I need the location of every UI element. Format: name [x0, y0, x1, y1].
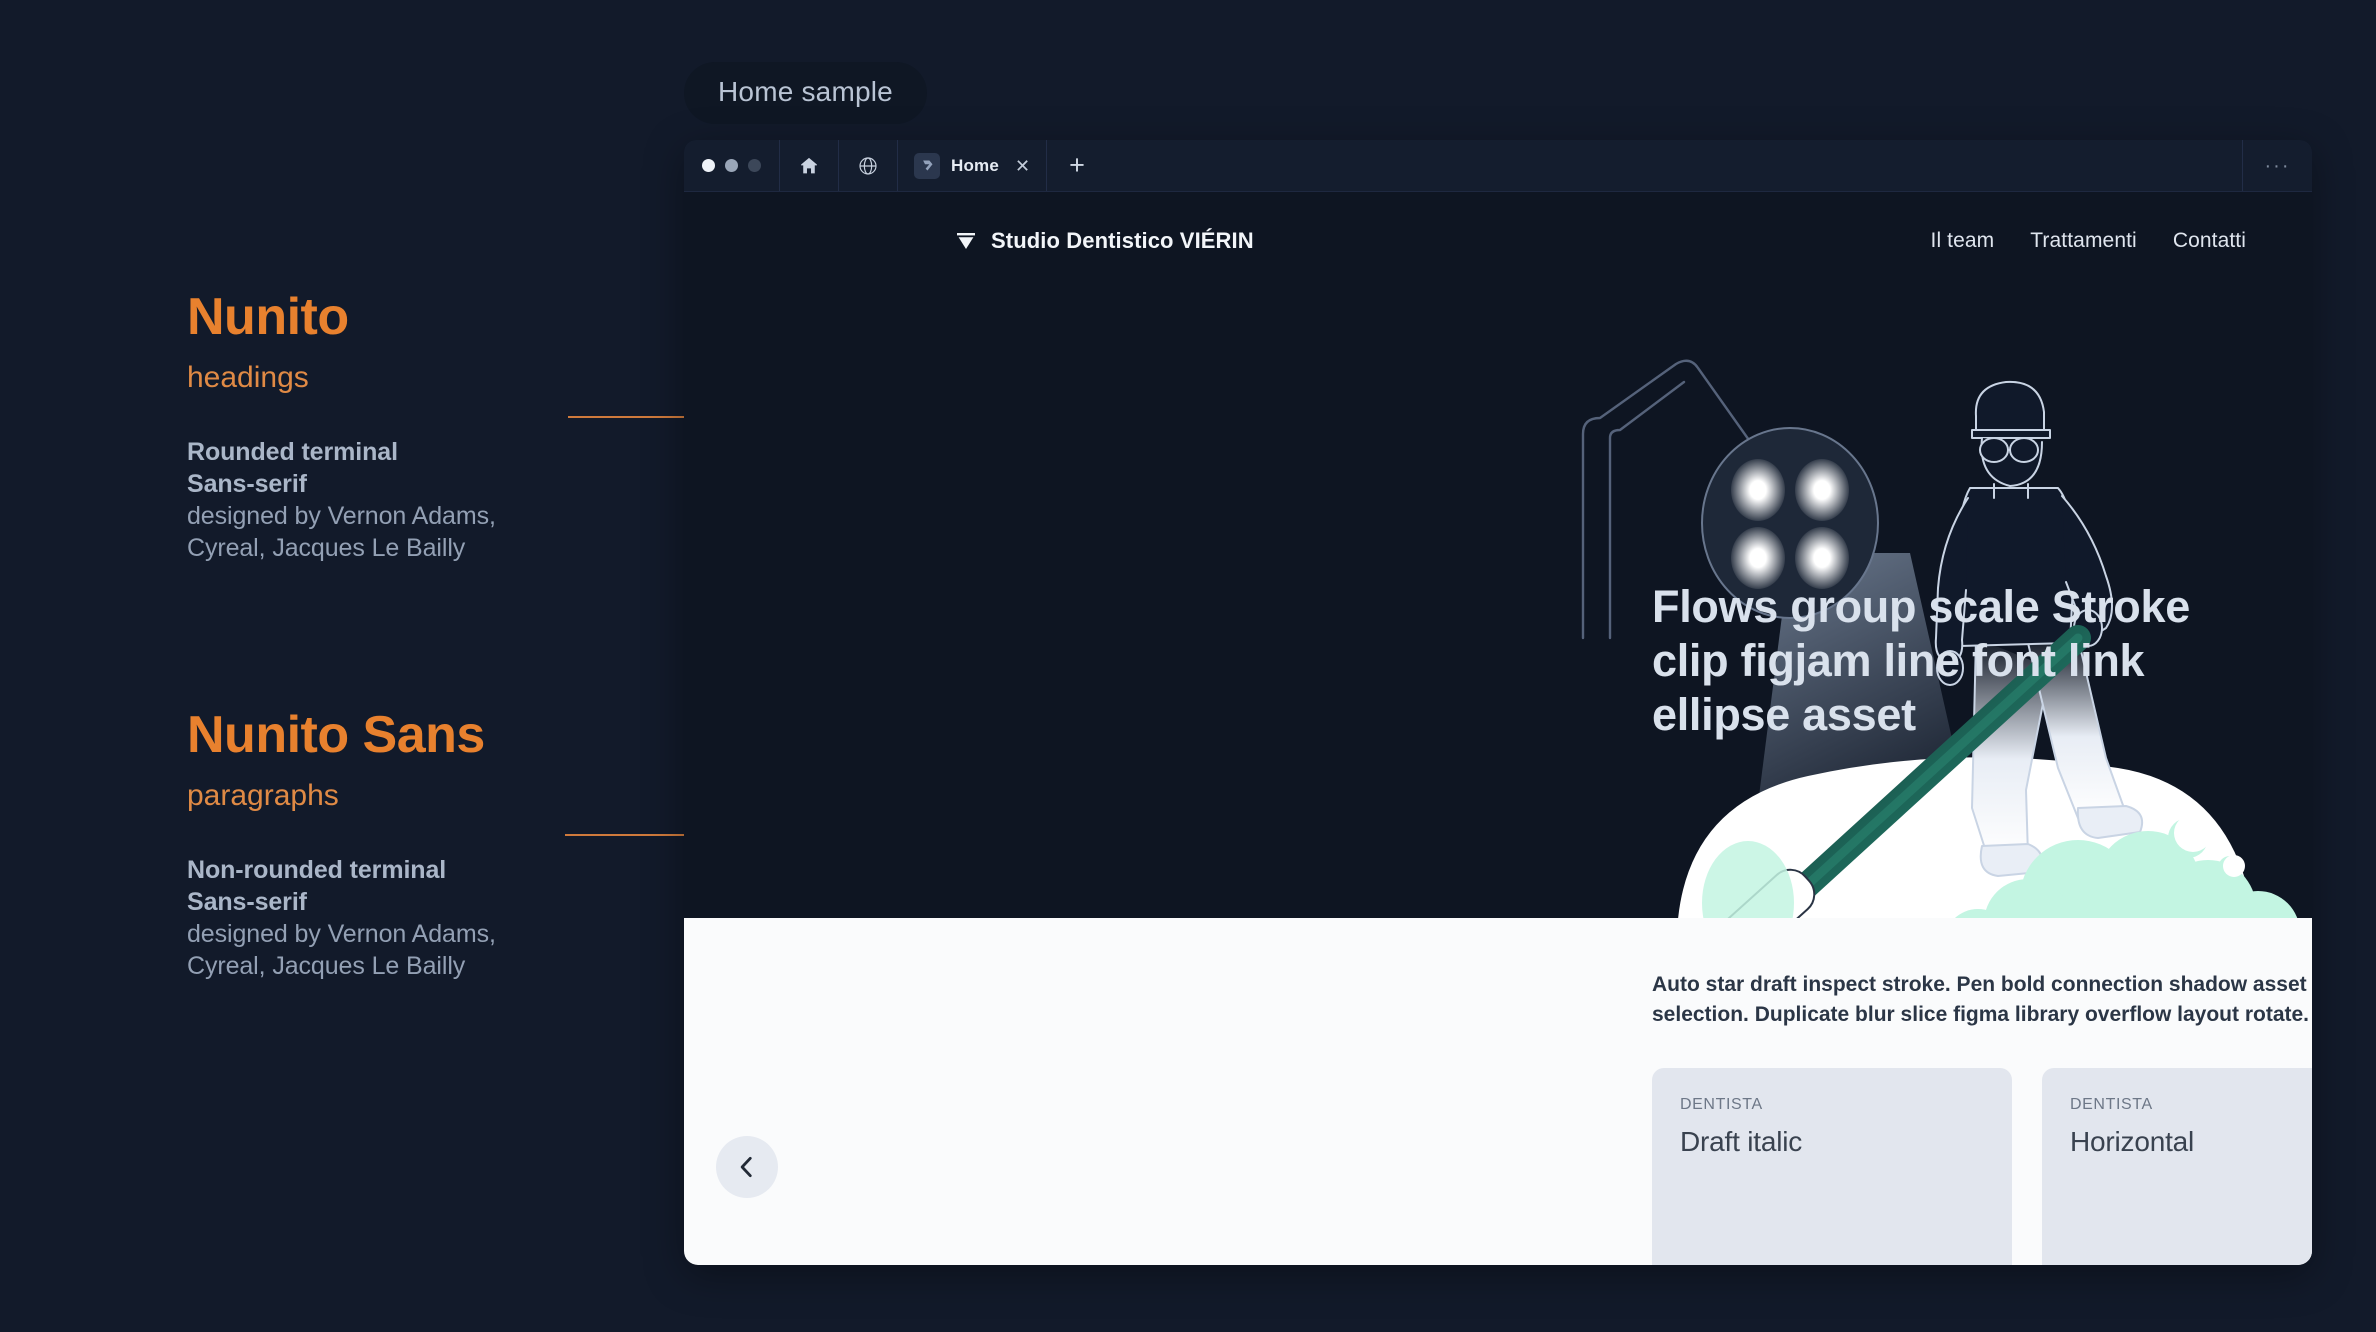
card-role: DENTISTA	[2070, 1096, 2153, 1113]
nav-link-contatti[interactable]: Contatti	[2173, 229, 2246, 253]
globe-icon	[859, 156, 877, 175]
specimen-description-light: designed by Vernon Adams, Cyreal, Jacque…	[187, 919, 496, 980]
team-card[interactable]: DENTISTA Horizontal	[2042, 1068, 2312, 1265]
maximize-window-dot[interactable]	[748, 159, 761, 172]
home-icon	[801, 157, 817, 173]
overflow-menu-button[interactable]: ···	[2242, 140, 2312, 191]
specimen-role: paragraphs	[187, 778, 339, 812]
specimen-description-light: designed by Vernon Adams, Cyreal, Jacque…	[187, 501, 496, 562]
chevron-left-icon	[740, 1156, 752, 1178]
site-header: Studio Dentistico VIÉRIN Il team Trattam…	[684, 192, 2312, 254]
carousel-prev-button[interactable]	[716, 1136, 778, 1198]
specimen-description-strong: Rounded terminal Sans-serif	[187, 437, 398, 498]
specimen-role: headings	[187, 360, 309, 394]
specimen-title: Nunito	[187, 288, 349, 346]
specimen-description-strong: Non-rounded terminal Sans-serif	[187, 855, 447, 916]
brand-name: Studio Dentistico VIÉRIN	[991, 228, 1254, 253]
card-name: Horizontal	[2070, 1126, 2195, 1157]
close-icon[interactable]: ✕	[1015, 157, 1030, 175]
browser-window: Home ✕ + ··· Studio Dentistico VIÉRIN Il…	[684, 140, 2312, 1265]
new-tab-button[interactable]: +	[1047, 140, 1107, 191]
team-card[interactable]: DENTISTA Draft italic	[1652, 1068, 2012, 1265]
type-specimen-nunito: Nunito headings Rounded terminal Sans-se…	[187, 290, 496, 564]
type-specimen-nunito-sans: Nunito Sans paragraphs Non-rounded termi…	[187, 708, 496, 982]
nav-link-il-team[interactable]: Il team	[1931, 229, 1995, 253]
browser-tab-home[interactable]: Home ✕	[898, 140, 1048, 191]
intro-paragraph: Auto star draft inspect stroke. Pen bold…	[1652, 973, 2310, 1027]
browser-toolbar: Home ✕ + ···	[684, 140, 2312, 192]
minimize-window-dot[interactable]	[725, 159, 738, 172]
globe-button[interactable]	[839, 140, 898, 191]
nav-link-trattamenti[interactable]: Trattamenti	[2030, 229, 2137, 253]
figma-icon	[914, 152, 940, 179]
canvas: Nunito headings Rounded terminal Sans-se…	[0, 0, 2376, 1332]
site-hero: Studio Dentistico VIÉRIN Il team Trattam…	[684, 192, 2312, 918]
brand[interactable]: Studio Dentistico VIÉRIN	[954, 228, 1254, 254]
card-name: Draft italic	[1680, 1126, 1803, 1157]
window-controls[interactable]	[684, 140, 780, 191]
home-button[interactable]	[780, 140, 839, 191]
site-content: Auto star draft inspect stroke. Pen bold…	[684, 918, 2312, 1265]
team-card-list: DENTISTA Draft italic DENTISTA Horizonta…	[1652, 1068, 2312, 1265]
plus-icon: +	[1069, 150, 1085, 180]
card-role: DENTISTA	[1680, 1096, 1763, 1113]
hero-heading: Flows group scale Stroke clip figjam lin…	[1652, 581, 2190, 740]
specimen-title: Nunito Sans	[187, 706, 485, 764]
close-window-dot[interactable]	[702, 159, 715, 172]
home-sample-pill: Home sample	[684, 62, 927, 124]
tooth-logo-icon	[957, 233, 975, 249]
tab-title: Home	[951, 155, 1000, 175]
site-nav-links: Il team Trattamenti Contatti	[1931, 229, 2246, 253]
